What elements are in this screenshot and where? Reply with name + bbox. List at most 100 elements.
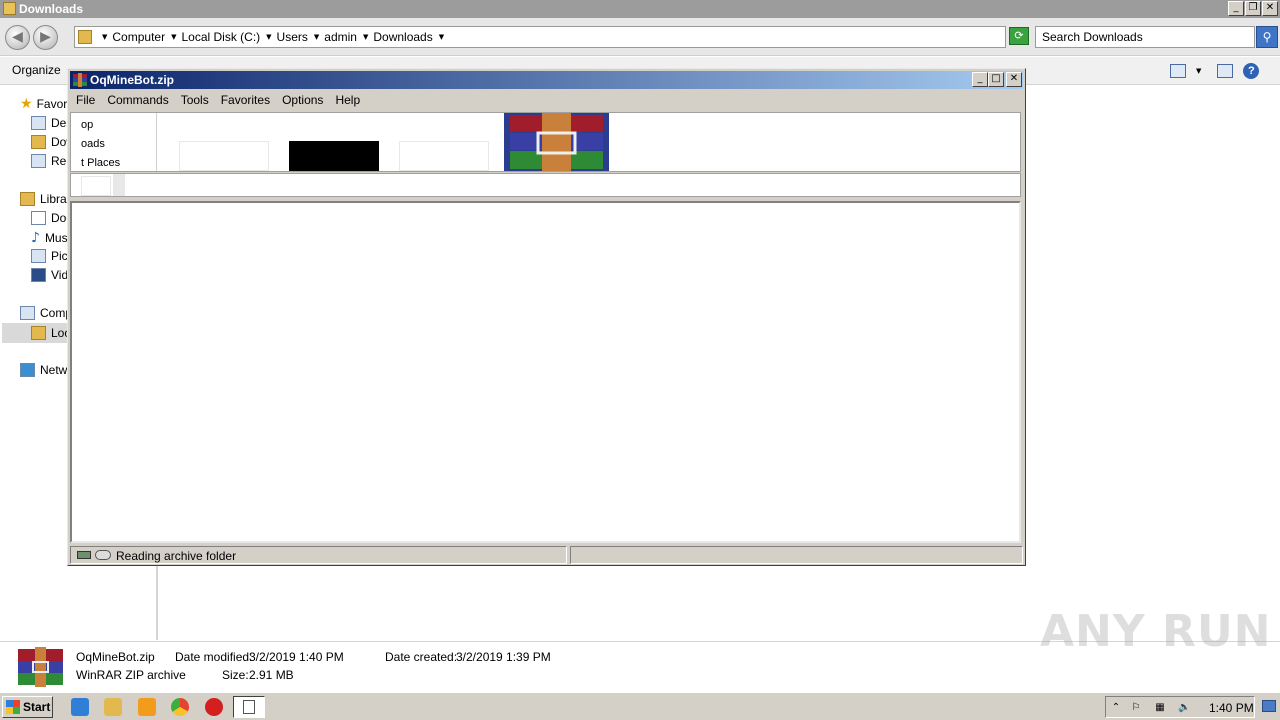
drive-icon <box>77 551 91 559</box>
menu-options[interactable]: Options <box>276 90 329 110</box>
menu-favorites[interactable]: Favorites <box>215 90 276 110</box>
folder-icon <box>3 2 16 15</box>
refresh-icon[interactable]: ⟳ <box>1009 27 1029 45</box>
winrar-menubar: File Commands Tools Favorites Options He… <box>70 90 1023 110</box>
taskbar-winrar-task[interactable] <box>233 696 265 718</box>
breadcrumb-item[interactable]: ▼ Computer <box>99 30 168 44</box>
winrar-window: OqMineBot.zip _ □ ✕ File Commands Tools … <box>67 68 1026 566</box>
breadcrumb-downloads[interactable]: Downloads <box>373 30 432 44</box>
breadcrumb: ▼ Computer ▼ Local Disk (C:) ▼ Users ▼ admin… <box>99 30 452 44</box>
breadcrumb-local-disk[interactable]: Local Disk (C:) <box>181 30 260 44</box>
downloads-folder-icon <box>31 135 46 149</box>
status-segment-info <box>570 546 1023 564</box>
chevron-down-icon[interactable]: ▼ <box>363 33 368 41</box>
place-downloads-fragment[interactable]: oads <box>81 138 105 150</box>
places-fragment: op oads t Places <box>71 113 157 171</box>
system-tray: ⌃ ⚐ ▦ 🔈 1:40 PM <box>1105 696 1255 718</box>
toolbar-button-blank[interactable] <box>399 141 489 171</box>
volume-icon[interactable]: 🔈 <box>1178 702 1190 714</box>
organize-button[interactable]: Organize▼ <box>12 63 72 77</box>
explorer-titlebar[interactable]: Downloads _ ❐ ✕ <box>0 0 1280 18</box>
winrar-archive-icon <box>18 647 63 687</box>
minimize-button[interactable]: _ <box>1228 1 1244 16</box>
network-icon <box>20 363 35 377</box>
maximize-button[interactable]: □ <box>988 72 1004 87</box>
forward-button[interactable]: ▶ <box>33 25 58 50</box>
restore-button[interactable]: ❐ <box>1245 1 1261 16</box>
key-icon <box>95 550 111 560</box>
date-created-value: 3/2/2019 1:39 PM <box>456 650 551 664</box>
view-controls: ▼ ? <box>1170 63 1260 79</box>
winrar-toolbar: op oads t Places <box>70 112 1021 172</box>
internet-explorer-icon[interactable] <box>71 698 89 716</box>
close-button[interactable]: ✕ <box>1006 72 1022 87</box>
search-input[interactable]: Search Downloads <box>1035 26 1255 48</box>
chevron-down-icon[interactable]: ▼ <box>171 33 176 41</box>
media-player-icon[interactable] <box>138 698 156 716</box>
chevron-down-icon[interactable]: ▼ <box>266 33 271 41</box>
chevron-down-icon[interactable]: ▼ <box>314 33 319 41</box>
help-icon[interactable]: ? <box>1243 63 1260 79</box>
menu-file[interactable]: File <box>70 90 101 110</box>
breadcrumb-admin[interactable]: admin <box>324 30 357 44</box>
breadcrumb-item[interactable]: ▼ Users <box>263 30 311 44</box>
watermark-logo: ANY RUN <box>1040 606 1272 657</box>
start-button[interactable]: Start <box>2 696 53 718</box>
action-center-flag-icon[interactable]: ⚐ <box>1130 702 1142 714</box>
computer-icon <box>20 306 35 320</box>
file-explorer-icon[interactable] <box>104 698 122 716</box>
breadcrumb-item[interactable]: ▼ admin <box>311 30 360 44</box>
chevron-down-icon[interactable]: ▼ <box>102 33 107 41</box>
clock[interactable]: 1:40 PM <box>1209 701 1254 715</box>
up-folder-button[interactable] <box>81 176 111 196</box>
size-label: Size: <box>222 668 249 682</box>
winrar-address-bar <box>70 173 1021 197</box>
place-desktop-fragment[interactable]: op <box>81 119 93 131</box>
address-separator <box>113 174 125 196</box>
search-icon[interactable]: ⚲ <box>1256 26 1278 48</box>
status-segment-main: Reading archive folder <box>70 546 567 564</box>
menu-tools[interactable]: Tools <box>175 90 215 110</box>
search-placeholder: Search Downloads <box>1042 30 1143 44</box>
chevron-down-icon[interactable]: ▼ <box>1196 67 1201 75</box>
date-modified-label: Date modified: <box>175 650 253 664</box>
winrar-logo-icon <box>504 113 609 171</box>
file-name: OqMineBot.zip <box>76 650 155 664</box>
desktop-icon <box>31 116 46 130</box>
winrar-titlebar[interactable]: OqMineBot.zip _ □ ✕ <box>70 71 1023 89</box>
star-icon: ★ <box>20 96 33 112</box>
pictures-icon <box>31 249 46 263</box>
videos-icon <box>31 268 46 282</box>
minimize-button[interactable]: _ <box>972 72 988 87</box>
change-view-icon[interactable] <box>1170 64 1186 78</box>
opera-icon[interactable] <box>205 698 223 716</box>
menu-commands[interactable]: Commands <box>101 90 174 110</box>
network-tray-icon[interactable]: ▦ <box>1154 702 1166 714</box>
toolbar-button-rendering[interactable] <box>289 141 379 171</box>
window-title: Downloads <box>19 2 84 16</box>
start-label: Start <box>23 700 51 714</box>
date-modified-value: 3/2/2019 1:40 PM <box>249 650 344 664</box>
archive-file-list[interactable] <box>70 201 1021 543</box>
menu-help[interactable]: Help <box>329 90 366 110</box>
back-button[interactable]: ◀ <box>5 25 30 50</box>
show-desktop-button[interactable] <box>1262 700 1276 712</box>
libraries-icon <box>20 192 35 206</box>
breadcrumb-users[interactable]: Users <box>277 30 308 44</box>
document-icon <box>243 700 255 714</box>
breadcrumb-item[interactable]: ▼ Local Disk (C:) <box>168 30 263 44</box>
breadcrumb-item[interactable]: ▼ Downloads ▼ <box>360 30 452 44</box>
close-button[interactable]: ✕ <box>1262 1 1278 16</box>
toolbar-button-blank[interactable] <box>179 141 269 171</box>
place-recent-fragment[interactable]: t Places <box>81 157 120 169</box>
windows-logo-icon <box>6 700 20 714</box>
address-bar[interactable]: ▼ Computer ▼ Local Disk (C:) ▼ Users ▼ admin… <box>74 26 1069 48</box>
size-value: 2.91 MB <box>249 668 294 682</box>
chevron-down-icon[interactable]: ▼ <box>439 33 444 41</box>
file-type: WinRAR ZIP archive <box>76 668 186 682</box>
chevron-up-icon[interactable]: ⌃ <box>1110 702 1122 714</box>
chrome-icon[interactable] <box>171 698 189 716</box>
breadcrumb-computer[interactable]: Computer <box>112 30 165 44</box>
preview-pane-icon[interactable] <box>1217 64 1234 78</box>
documents-icon <box>31 211 46 225</box>
